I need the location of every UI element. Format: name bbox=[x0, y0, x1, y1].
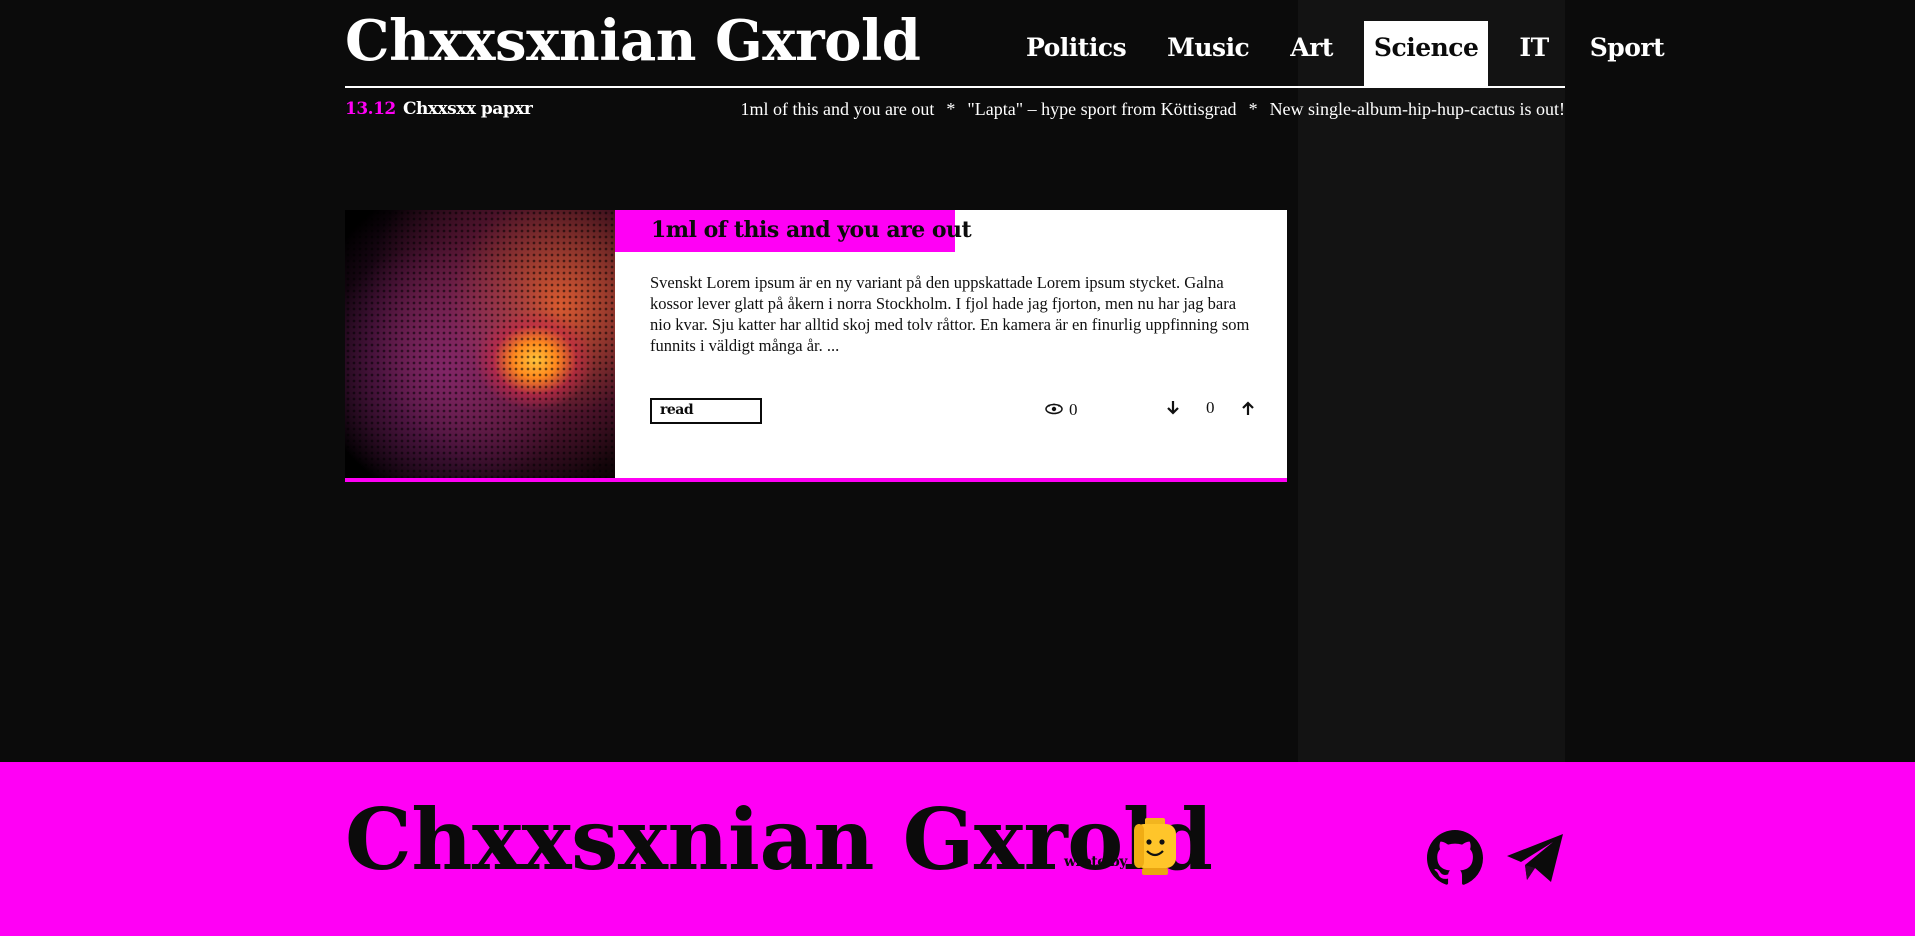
nav-sport[interactable]: Sport bbox=[1580, 21, 1674, 87]
main-nav: Politics Music Art Science IT Sport bbox=[995, 21, 1674, 87]
page-margin bbox=[1565, 0, 1915, 762]
article-title-bar: 1ml of this and you are out bbox=[615, 210, 972, 252]
article-thumbnail[interactable] bbox=[345, 210, 615, 478]
ticker-item[interactable]: "Lapta" – hype sport from Köttisgrad bbox=[967, 99, 1236, 119]
arrow-up-icon[interactable] bbox=[1238, 398, 1258, 418]
ticker-item[interactable]: 1ml of this and you are out bbox=[740, 99, 934, 119]
nav-art[interactable]: Art bbox=[1280, 21, 1343, 87]
article-title[interactable]: 1ml of this and you are out bbox=[651, 217, 972, 243]
article-excerpt: Svenskt Lorem ipsum är en ny variant på … bbox=[650, 273, 1250, 355]
nav-music[interactable]: Music bbox=[1157, 21, 1259, 87]
wrote-by-label: wrote by bbox=[1064, 854, 1127, 870]
nav-politics[interactable]: Politics bbox=[1016, 21, 1136, 87]
nav-science[interactable]: Science bbox=[1363, 21, 1489, 87]
github-icon[interactable] bbox=[1427, 830, 1484, 886]
read-button[interactable]: read bbox=[650, 398, 762, 424]
ticker-separator: * bbox=[1248, 99, 1258, 119]
paper-label: Chxxsxx papxr bbox=[403, 99, 533, 119]
view-count: 0 bbox=[1045, 400, 1078, 420]
arrow-down-icon[interactable] bbox=[1163, 398, 1183, 418]
eye-icon bbox=[1045, 400, 1063, 420]
article-card: 1ml of this and you are out Svenskt Lore… bbox=[345, 210, 1287, 482]
header-divider bbox=[345, 86, 1565, 88]
views-value: 0 bbox=[1069, 400, 1078, 419]
vote-control: 0 bbox=[1163, 398, 1258, 418]
score-value: 0 bbox=[1206, 398, 1215, 417]
issue-date: 13.12 bbox=[345, 99, 396, 119]
site-logo[interactable]: Chxxsxnian Gxrold bbox=[345, 6, 921, 76]
telegram-icon[interactable] bbox=[1505, 830, 1563, 886]
ticker-item[interactable]: New single-album-hip-hup-cactus is out! bbox=[1270, 99, 1565, 119]
footer: Chxxsxnian Gxrold wrote by bbox=[0, 762, 1915, 936]
news-ticker: 1ml of this and you are out * "Lapta" – hy… bbox=[740, 99, 1565, 120]
author-avatar[interactable] bbox=[1130, 818, 1180, 876]
ticker-separator: * bbox=[946, 99, 956, 119]
nav-it[interactable]: IT bbox=[1509, 21, 1558, 87]
footer-logo[interactable]: Chxxsxnian Gxrold bbox=[345, 790, 1213, 890]
